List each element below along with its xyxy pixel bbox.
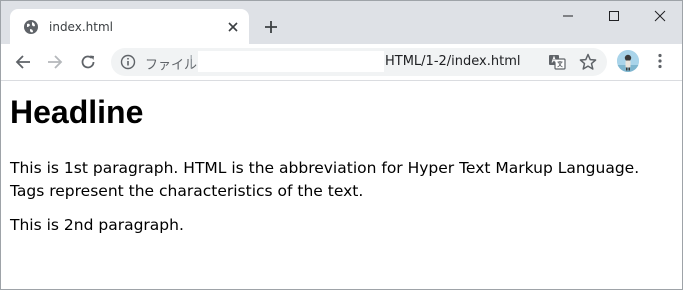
close-window-icon [654,10,666,22]
star-icon[interactable] [578,52,598,72]
url-path: HTML/1-2/index.html [385,54,521,69]
arrow-left-icon [15,55,30,69]
kebab-menu-icon[interactable] [649,50,671,72]
page-headline: Headline [10,94,144,130]
reload-button[interactable] [75,49,101,75]
minimize-button[interactable] [545,1,591,31]
redacted-url-segment [198,51,384,72]
info-icon[interactable] [120,54,136,70]
back-button[interactable] [10,49,36,75]
reload-icon [81,55,95,69]
globe-icon [23,19,39,35]
close-window-button[interactable] [637,1,682,31]
minimize-icon [563,15,573,17]
close-icon[interactable] [223,17,243,37]
tab-strip: index.html [1,1,682,44]
avatar[interactable] [617,50,639,72]
url-separator: | [189,54,194,69]
toolbar: ファイル | HTML/1-2/index.html [1,44,682,81]
forward-button[interactable] [42,49,68,75]
arrow-right-icon [48,55,63,69]
translate-icon[interactable] [548,53,566,71]
page-content: Headline This is 1st paragraph. HTML is … [1,81,682,289]
maximize-icon [609,11,619,21]
address-bar[interactable]: ファイル | HTML/1-2/index.html [111,48,607,76]
paragraph-2: This is 2nd paragraph. [10,216,184,234]
tab-title: index.html [49,19,113,34]
paragraph-1: This is 1st paragraph. HTML is the abbre… [10,159,640,200]
maximize-button[interactable] [591,1,637,31]
browser-window: index.html ファイル | HTML/1-2/index.html He… [0,0,683,290]
plus-icon [265,21,277,33]
tab-index[interactable]: index.html [10,9,249,44]
new-tab-button[interactable] [259,15,283,39]
